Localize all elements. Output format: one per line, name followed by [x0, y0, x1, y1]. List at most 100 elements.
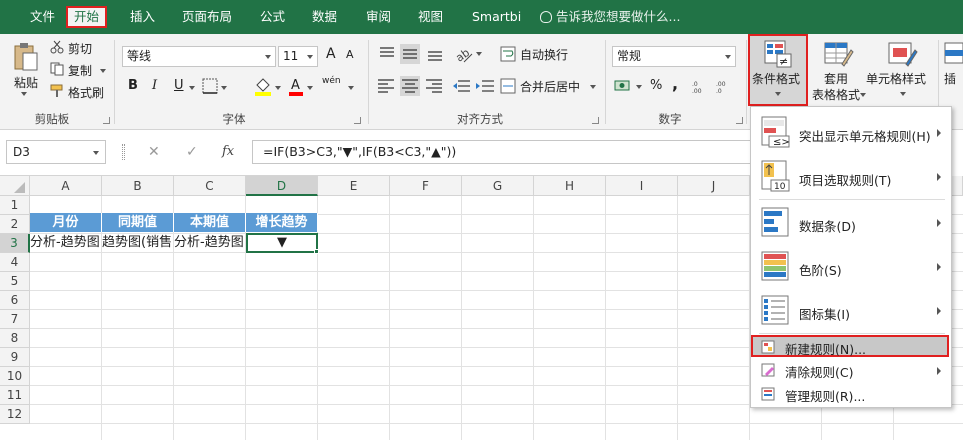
format-as-table-button[interactable]: 套用 表格格式 [810, 36, 866, 104]
comma-button[interactable]: , [672, 74, 678, 93]
grow-font-button[interactable]: A [326, 46, 336, 62]
tab-insert[interactable]: 插入 [124, 6, 161, 28]
select-all-corner[interactable] [0, 176, 30, 196]
menu-item-new-rule[interactable]: 新建规则(N)... [751, 335, 949, 357]
column-header-f[interactable]: F [390, 176, 462, 196]
formula-input[interactable]: =IF(B3>C3,"▼",IF(B3<C3,"▲")) [252, 140, 752, 164]
row-header-7[interactable]: 7 [0, 310, 30, 329]
column-header-c[interactable]: C [174, 176, 246, 196]
decimal-icons[interactable]: .0 .00 .00 .0 [692, 78, 736, 94]
number-group: 常规 % , .0 .00 .00 .0 数字 [608, 34, 746, 130]
borders-icon[interactable] [202, 78, 218, 94]
row-header-10[interactable]: 10 [0, 367, 30, 386]
name-box[interactable]: D3 [6, 140, 106, 164]
column-header-g[interactable]: G [462, 176, 534, 196]
row-header-1[interactable]: 1 [0, 196, 30, 215]
orientation-dropdown-icon[interactable] [476, 52, 482, 56]
tab-smartbi[interactable]: Smartbi [466, 6, 527, 28]
tell-me-box[interactable]: 告诉我您想要做什么... [540, 6, 680, 28]
insert-function-icon[interactable]: fx [222, 140, 234, 164]
row-header-6[interactable]: 6 [0, 291, 30, 310]
italic-button[interactable]: I [152, 78, 157, 93]
paste-button[interactable]: 粘贴 [14, 74, 38, 91]
column-header-i[interactable]: I [606, 176, 678, 196]
shrink-font-button[interactable]: A [346, 48, 354, 61]
tab-view[interactable]: 视图 [412, 6, 449, 28]
indent-icons[interactable] [452, 78, 496, 94]
row-header-2[interactable]: 2 [0, 215, 30, 234]
cell-c3[interactable]: 分析-趋势图 [174, 233, 246, 252]
row-header-3[interactable]: 3 [0, 234, 30, 253]
menu-item-icon-sets[interactable]: 图标集(I) [751, 291, 951, 331]
menu-item-data-bars[interactable]: 数据条(D) [751, 203, 951, 243]
format-painter-button[interactable]: 格式刷 [68, 84, 104, 101]
column-header-a[interactable]: A [30, 176, 102, 196]
menu-item-clear-rules[interactable]: 清除规则(C) [751, 359, 951, 381]
percent-button[interactable]: % [650, 78, 662, 93]
cell-b3[interactable]: 趋势图(销售 [102, 233, 174, 252]
column-header-h[interactable]: H [534, 176, 606, 196]
row-header-9[interactable]: 9 [0, 348, 30, 367]
currency-icon[interactable] [614, 78, 632, 94]
column-header-d[interactable]: D [246, 176, 318, 196]
cell-d3[interactable]: ▼ [246, 233, 318, 253]
row-header-12[interactable]: 12 [0, 405, 30, 424]
copy-button[interactable]: 复制 [68, 62, 92, 79]
fill-color-dropdown-icon[interactable] [275, 86, 281, 90]
copy-dropdown-icon[interactable] [100, 69, 106, 73]
underline-dropdown-icon[interactable] [189, 86, 195, 90]
cell-styles-button[interactable]: 单元格样式 [866, 36, 936, 104]
column-header-b[interactable]: B [102, 176, 174, 196]
enter-icon[interactable]: ✓ [186, 140, 198, 164]
borders-dropdown-icon[interactable] [221, 86, 227, 90]
font-name-select[interactable]: 等线 [122, 46, 276, 67]
bold-button[interactable]: B [128, 78, 138, 93]
alignment-launcher-icon[interactable] [592, 117, 599, 124]
tab-home[interactable]: 开始 [66, 6, 108, 28]
tab-formulas[interactable]: 公式 [254, 6, 291, 28]
underline-button[interactable]: U [174, 78, 184, 93]
paste-icon[interactable] [12, 42, 40, 72]
currency-dropdown-icon[interactable] [636, 85, 642, 89]
font-size-select[interactable]: 11 [278, 46, 318, 67]
clipboard-launcher-icon[interactable] [103, 117, 110, 124]
column-header-e[interactable]: E [318, 176, 390, 196]
fill-handle[interactable] [314, 249, 319, 254]
menu-item-top-bottom-rules[interactable]: 10 项目选取规则(T) [751, 157, 951, 197]
insert-cells-button[interactable]: 插 [942, 36, 963, 104]
orientation-icon[interactable]: ab [454, 44, 474, 64]
color-scales-icon [761, 251, 789, 281]
column-header-j[interactable]: J [678, 176, 750, 196]
row-header-11[interactable]: 11 [0, 386, 30, 405]
menu-item-highlight-rules[interactable]: ≤> 突出显示单元格规则(H) [751, 113, 951, 153]
paste-dropdown-icon[interactable] [21, 92, 27, 96]
cell-c2[interactable]: 本期值 [174, 213, 246, 232]
font-color-dropdown-icon[interactable] [307, 86, 313, 90]
number-launcher-icon[interactable] [736, 117, 743, 124]
merge-dropdown-icon[interactable] [590, 85, 596, 89]
tab-file[interactable]: 文件 [24, 6, 61, 28]
tab-page-layout[interactable]: 页面布局 [176, 6, 238, 28]
menu-item-manage-rules[interactable]: 管理规则(R)... [751, 383, 951, 405]
number-format-select[interactable]: 常规 [612, 46, 736, 67]
menu-item-color-scales[interactable]: 色阶(S) [751, 247, 951, 287]
wrap-text-button[interactable]: 自动换行 [520, 46, 568, 63]
fill-color-icon[interactable] [254, 76, 272, 96]
cell-a3[interactable]: 分析-趋势图 [30, 233, 102, 252]
merge-center-button[interactable]: 合并后居中 [520, 78, 580, 95]
font-launcher-icon[interactable] [354, 117, 361, 124]
phonetic-dropdown-icon[interactable] [348, 86, 354, 90]
cut-button[interactable]: 剪切 [68, 40, 92, 57]
row-header-5[interactable]: 5 [0, 272, 30, 291]
font-color-icon[interactable]: A [288, 76, 304, 96]
tab-review[interactable]: 审阅 [360, 6, 397, 28]
cell-a2[interactable]: 月份 [30, 213, 102, 232]
row-header-8[interactable]: 8 [0, 329, 30, 348]
cell-d2[interactable]: 增长趋势 [246, 213, 318, 232]
cell-b2[interactable]: 同期值 [102, 213, 174, 232]
phonetic-button[interactable]: wén [322, 76, 341, 86]
tab-data[interactable]: 数据 [306, 6, 343, 28]
cancel-icon[interactable]: ✕ [148, 140, 160, 164]
row-header-4[interactable]: 4 [0, 253, 30, 272]
splitter-handle[interactable] [122, 144, 125, 160]
